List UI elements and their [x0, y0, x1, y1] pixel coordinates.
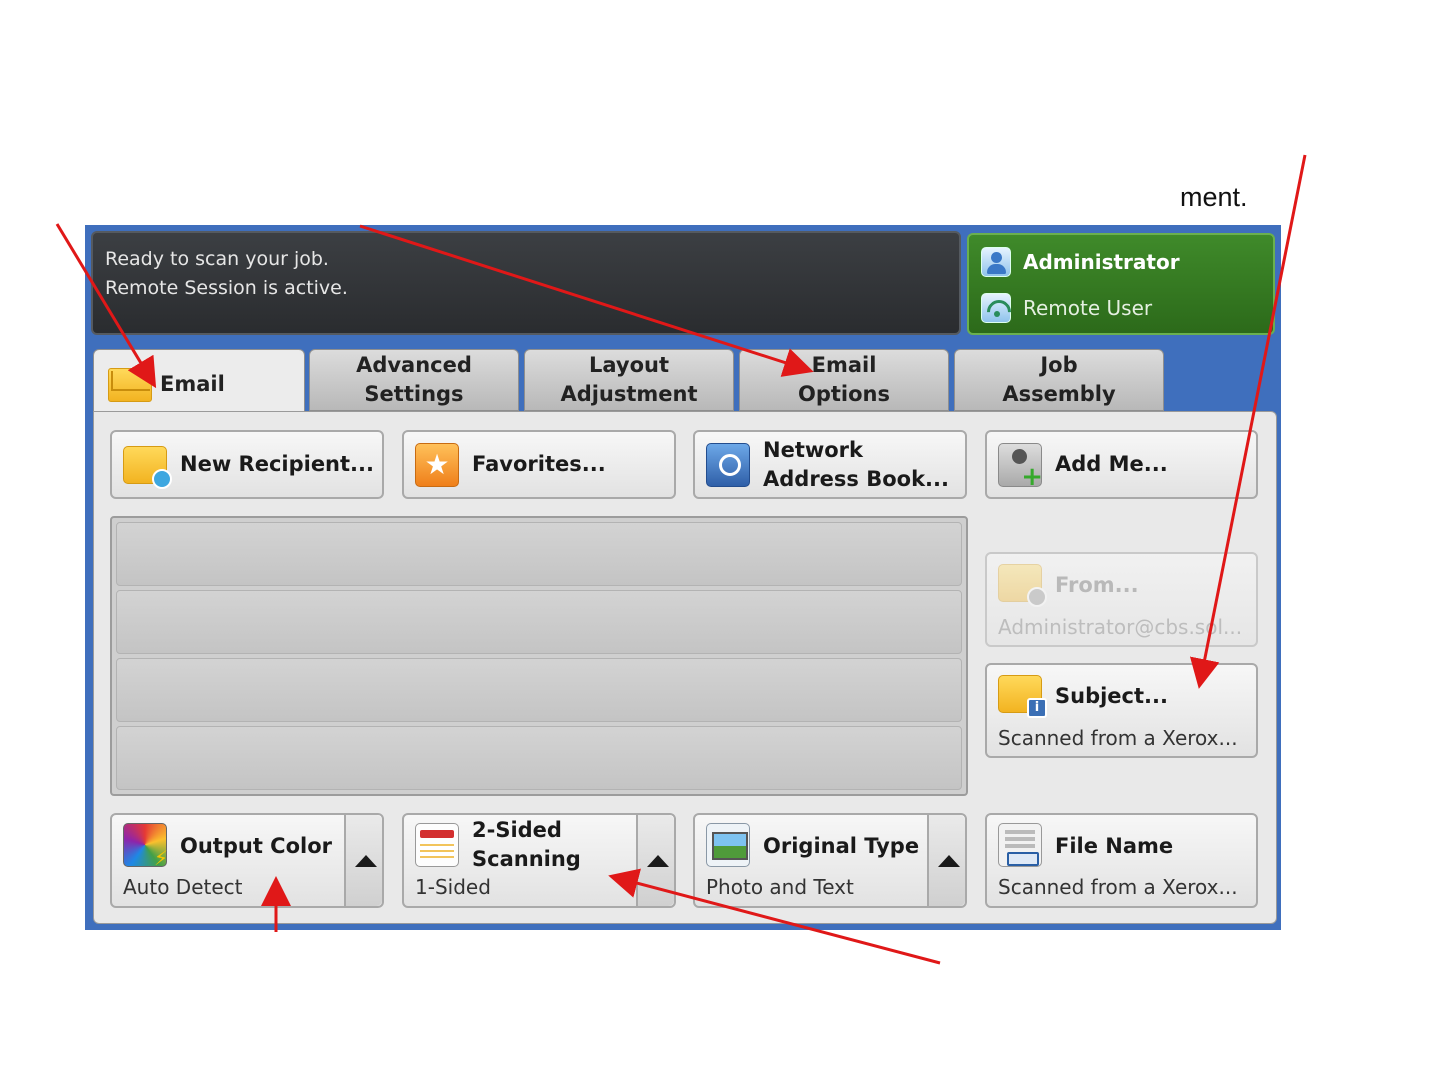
new-recipient-button[interactable]: New Recipient...	[110, 430, 384, 499]
user-panel[interactable]: Administrator Remote User	[967, 233, 1275, 335]
from-value: Administrator@cbs.sol...	[998, 615, 1243, 639]
from-button[interactable]: From... Administrator@cbs.sol...	[985, 552, 1258, 647]
tab-email-label: Email	[160, 372, 225, 396]
tab-layout-adjustment-label: Layout Adjustment	[560, 353, 698, 406]
info-badge-icon: i	[1027, 698, 1047, 718]
list-item[interactable]	[116, 726, 962, 790]
remote-user-label: Remote User	[1023, 296, 1153, 320]
subject-button[interactable]: i Subject... Scanned from a Xerox...	[985, 663, 1258, 758]
slide-caption: ment.	[1180, 182, 1248, 212]
output-color-icon	[123, 823, 168, 870]
file-name-icon	[998, 823, 1042, 867]
administrator-icon	[981, 247, 1011, 277]
add-person-icon	[998, 443, 1043, 492]
original-type-options-arrow[interactable]	[927, 815, 965, 906]
address-book-icon	[706, 443, 750, 487]
tab-job-assembly-label: Job Assembly	[1002, 353, 1116, 406]
tab-advanced-settings-label: Advanced Settings	[356, 353, 472, 406]
subject-envelope-icon: i	[998, 675, 1047, 718]
file-name-value: Scanned from a Xerox...	[998, 875, 1238, 899]
new-recipient-icon	[123, 446, 172, 489]
from-label: From...	[1055, 573, 1139, 597]
original-type-photo-icon	[706, 823, 750, 867]
subject-value: Scanned from a Xerox...	[998, 726, 1238, 750]
output-color-button[interactable]: Output Color Auto Detect	[110, 813, 384, 908]
output-color-value: Auto Detect	[123, 875, 243, 899]
sparkle-badge-icon	[152, 469, 172, 489]
two-sided-options-arrow[interactable]	[636, 815, 674, 906]
original-type-label: Original Type	[763, 834, 920, 858]
admin-row[interactable]: Administrator	[981, 247, 1180, 277]
network-address-book-button[interactable]: Network Address Book...	[693, 430, 967, 499]
user-badge-icon	[1027, 587, 1047, 607]
tab-email-options-label: Email Options	[798, 353, 890, 406]
two-sided-scanning-label: 2-Sided Scanning	[472, 818, 581, 871]
subject-label: Subject...	[1055, 684, 1168, 708]
output-color-label: Output Color	[180, 834, 332, 858]
tab-job-assembly[interactable]: Job Assembly	[954, 349, 1164, 411]
remote-user-icon	[981, 293, 1011, 323]
two-sided-scanning-button[interactable]: 2-Sided Scanning 1-Sided	[402, 813, 676, 908]
add-me-label: Add Me...	[1055, 452, 1168, 476]
recipient-list[interactable]	[110, 516, 968, 796]
output-color-options-arrow[interactable]	[344, 815, 382, 906]
list-item[interactable]	[116, 590, 962, 654]
original-type-value: Photo and Text	[706, 875, 854, 899]
status-line-ready: Ready to scan your job.	[105, 248, 329, 270]
file-name-label: File Name	[1055, 834, 1174, 858]
original-type-button[interactable]: Original Type Photo and Text	[693, 813, 967, 908]
add-me-button[interactable]: Add Me...	[985, 430, 1258, 499]
new-recipient-label: New Recipient...	[180, 452, 374, 476]
from-envelope-icon	[998, 564, 1047, 607]
email-envelope-icon	[108, 367, 152, 402]
list-item[interactable]	[116, 658, 962, 722]
tab-advanced-settings[interactable]: Advanced Settings	[309, 349, 519, 411]
two-sided-scanning-icon	[415, 823, 459, 867]
tab-layout-adjustment[interactable]: Layout Adjustment	[524, 349, 734, 411]
tab-email-options[interactable]: Email Options	[739, 349, 949, 411]
favorites-label: Favorites...	[472, 452, 606, 476]
tab-email[interactable]: Email	[93, 349, 305, 419]
network-address-book-label: Network Address Book...	[763, 438, 949, 491]
file-name-button[interactable]: File Name Scanned from a Xerox...	[985, 813, 1258, 908]
two-sided-scanning-value: 1-Sided	[415, 875, 491, 899]
admin-label: Administrator	[1023, 250, 1180, 274]
status-message-panel: Ready to scan your job. Remote Session i…	[91, 231, 961, 335]
favorites-star-icon: ★	[415, 443, 459, 487]
list-item[interactable]	[116, 522, 962, 586]
status-line-remote: Remote Session is active.	[105, 277, 348, 299]
favorites-button[interactable]: ★ Favorites...	[402, 430, 676, 499]
remote-user-row: Remote User	[981, 293, 1152, 323]
